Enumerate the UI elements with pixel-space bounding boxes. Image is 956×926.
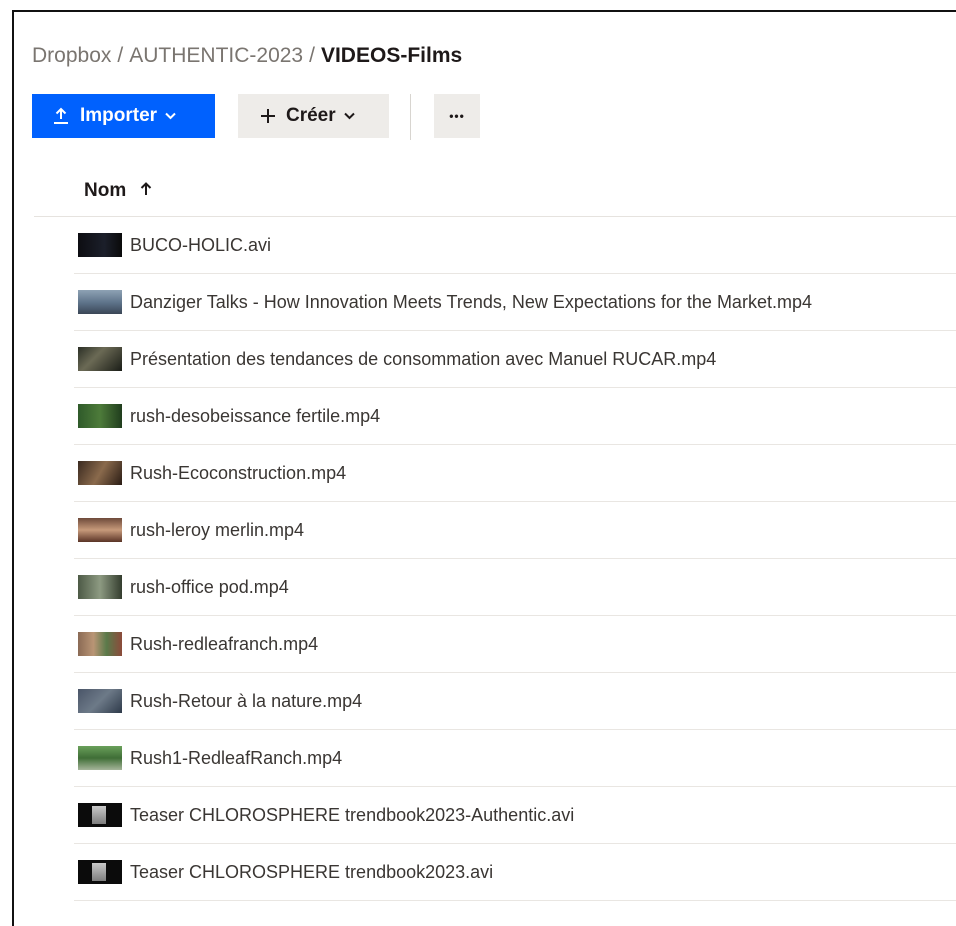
- chevron-down-icon: [165, 112, 176, 120]
- file-row[interactable]: BUCO-HOLIC.avi: [74, 217, 956, 274]
- file-browser-frame: Dropbox / AUTHENTIC-2023/VIDEOS-Films Impo…: [12, 10, 956, 926]
- create-button-label: Créer: [286, 105, 336, 126]
- video-thumbnail: [78, 575, 122, 599]
- file-name[interactable]: Rush-Ecoconstruction.mp4: [130, 463, 346, 484]
- file-list: BUCO-HOLIC.avi Danziger Talks - How Innov…: [74, 217, 956, 901]
- file-name[interactable]: Rush1-RedleafRanch.mp4: [130, 748, 342, 769]
- file-name[interactable]: Danziger Talks - How Innovation Meets Tr…: [130, 292, 812, 313]
- video-thumbnail: [78, 860, 122, 884]
- file-row[interactable]: Rush-Retour à la nature.mp4: [74, 673, 956, 730]
- toolbar-divider: [410, 94, 411, 140]
- file-row[interactable]: Danziger Talks - How Innovation Meets Tr…: [74, 274, 956, 331]
- file-name[interactable]: rush-desobeissance fertile.mp4: [130, 406, 380, 427]
- video-thumbnail: [78, 233, 122, 257]
- file-row[interactable]: Rush-Ecoconstruction.mp4: [74, 445, 956, 502]
- breadcrumb-current-folder: VIDEOS-Films: [320, 44, 463, 67]
- sort-ascending-icon: [140, 182, 152, 196]
- column-header-name[interactable]: Nom: [84, 180, 152, 202]
- video-thumbnail: [78, 803, 122, 827]
- file-name[interactable]: Rush-redleafranch.mp4: [130, 634, 318, 655]
- video-thumbnail: [78, 290, 122, 314]
- breadcrumb-separator: /: [309, 44, 315, 67]
- file-name[interactable]: Rush-Retour à la nature.mp4: [130, 691, 362, 712]
- more-icon: •••: [449, 109, 465, 123]
- breadcrumb-item-authentic-2023[interactable]: AUTHENTIC-2023: [129, 44, 303, 67]
- plus-icon: [260, 108, 276, 124]
- file-name[interactable]: rush-office pod.mp4: [130, 577, 289, 598]
- file-row[interactable]: rush-desobeissance fertile.mp4: [74, 388, 956, 445]
- breadcrumb: Dropbox / AUTHENTIC-2023/VIDEOS-Films: [32, 44, 462, 68]
- breadcrumb-separator: /: [117, 44, 124, 67]
- column-header-name-label: Nom: [84, 180, 127, 201]
- video-thumbnail: [78, 404, 122, 428]
- file-row[interactable]: Teaser CHLOROSPHERE trendbook2023-Authen…: [74, 787, 956, 844]
- video-thumbnail: [78, 632, 122, 656]
- file-name[interactable]: Teaser CHLOROSPHERE trendbook2023.avi: [130, 862, 493, 883]
- create-button[interactable]: Créer: [238, 94, 389, 138]
- file-row[interactable]: Présentation des tendances de consommati…: [74, 331, 956, 388]
- file-row[interactable]: Rush1-RedleafRanch.mp4: [74, 730, 956, 787]
- breadcrumb-item-dropbox[interactable]: Dropbox: [32, 44, 111, 67]
- file-name[interactable]: Teaser CHLOROSPHERE trendbook2023-Authen…: [130, 805, 574, 826]
- table-header: Nom: [34, 178, 956, 217]
- file-row[interactable]: Rush-redleafranch.mp4: [74, 616, 956, 673]
- import-button[interactable]: Importer: [32, 94, 215, 138]
- file-row[interactable]: Teaser CHLOROSPHERE trendbook2023.avi: [74, 844, 956, 901]
- upload-icon: [52, 107, 70, 125]
- video-thumbnail: [78, 746, 122, 770]
- video-thumbnail: [78, 518, 122, 542]
- video-thumbnail: [78, 347, 122, 371]
- file-row[interactable]: rush-leroy merlin.mp4: [74, 502, 956, 559]
- file-row[interactable]: rush-office pod.mp4: [74, 559, 956, 616]
- file-name[interactable]: rush-leroy merlin.mp4: [130, 520, 304, 541]
- more-options-button[interactable]: •••: [434, 94, 480, 138]
- video-thumbnail: [78, 689, 122, 713]
- import-button-label: Importer: [80, 105, 158, 126]
- file-name[interactable]: BUCO-HOLIC.avi: [130, 235, 271, 256]
- chevron-down-icon: [343, 112, 355, 120]
- file-name[interactable]: Présentation des tendances de consommati…: [130, 349, 716, 370]
- video-thumbnail: [78, 461, 122, 485]
